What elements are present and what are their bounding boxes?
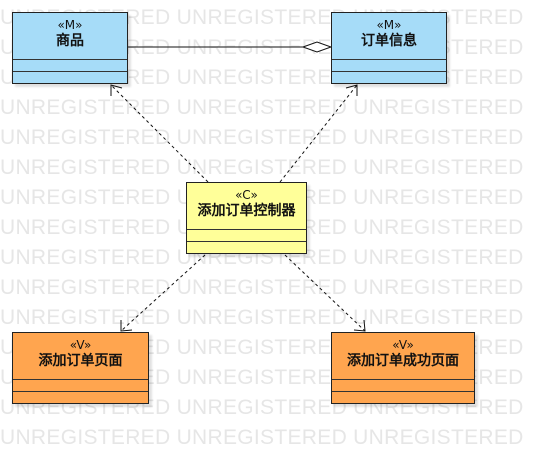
class-name: 添加订单页面 bbox=[38, 353, 123, 369]
stereotype: «C» bbox=[235, 188, 258, 202]
dependency-controller-goods bbox=[110, 84, 209, 183]
attributes-compartment bbox=[187, 230, 306, 242]
class-controller[interactable]: «C» 添加订单控制器 bbox=[186, 182, 307, 254]
dependency-controller-addpage bbox=[120, 254, 206, 332]
class-name: 商品 bbox=[56, 33, 84, 49]
class-goods[interactable]: «M» 商品 bbox=[12, 12, 128, 84]
dependency-controller-successpage bbox=[284, 254, 366, 332]
stereotype: «M» bbox=[57, 18, 83, 32]
dependency-controller-orderinfo bbox=[279, 84, 358, 183]
aggregation-diamond bbox=[301, 41, 333, 53]
attributes-compartment bbox=[332, 60, 446, 72]
uml-class-diagram: UNREGISTERED UNREGISTERED UNREGISTERED UN… bbox=[0, 0, 541, 453]
class-name: 添加订单成功页面 bbox=[347, 353, 459, 369]
attributes-compartment bbox=[13, 60, 127, 72]
class-add-page[interactable]: «V» 添加订单页面 bbox=[12, 332, 149, 404]
attributes-compartment bbox=[13, 380, 148, 392]
class-order-info[interactable]: «M» 订单信息 bbox=[331, 12, 447, 84]
stereotype: «M» bbox=[376, 18, 402, 32]
stereotype: «V» bbox=[392, 338, 414, 352]
class-name: 订单信息 bbox=[361, 33, 417, 49]
class-success-page[interactable]: «V» 添加订单成功页面 bbox=[331, 332, 475, 404]
attributes-compartment bbox=[332, 380, 474, 392]
class-name: 添加订单控制器 bbox=[197, 203, 296, 219]
stereotype: «V» bbox=[69, 338, 92, 352]
